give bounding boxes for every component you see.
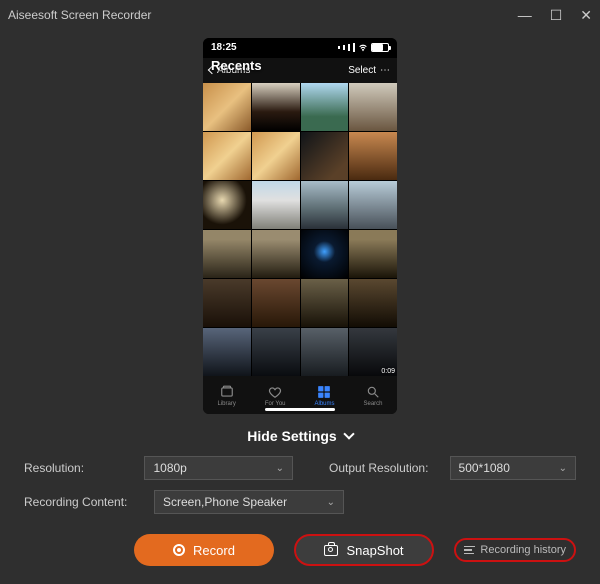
more-icon[interactable]: ⋯ xyxy=(380,65,391,76)
photo-thumb[interactable] xyxy=(349,279,397,327)
recording-history-button[interactable]: Recording history xyxy=(454,538,576,562)
window-title: Aiseesoft Screen Recorder xyxy=(8,8,151,22)
photo-thumb[interactable] xyxy=(203,181,251,229)
record-button[interactable]: Record xyxy=(134,534,274,566)
photo-grid[interactable]: 0:09 xyxy=(203,83,397,376)
photo-thumb[interactable] xyxy=(252,279,300,327)
hide-settings-label: Hide Settings xyxy=(247,428,336,444)
photo-thumb[interactable] xyxy=(252,181,300,229)
recording-history-label: Recording history xyxy=(480,544,566,556)
close-button[interactable]: ✕ xyxy=(580,7,592,24)
photo-thumb[interactable] xyxy=(349,132,397,180)
video-duration: 0:09 xyxy=(381,368,395,375)
phone-status-icons xyxy=(338,43,389,53)
photo-thumb[interactable] xyxy=(203,328,251,376)
search-icon xyxy=(365,385,381,399)
library-icon xyxy=(219,385,235,399)
record-icon xyxy=(173,544,185,556)
resolution-select[interactable]: 1080p ⌄ xyxy=(144,456,293,480)
tab-foryou[interactable]: For You xyxy=(265,385,286,407)
minimize-button[interactable]: — xyxy=(518,7,532,24)
phone-preview-area: 18:25 Albums Select ⋯ Recents xyxy=(0,30,600,420)
photo-thumb[interactable] xyxy=(301,132,349,180)
chevron-down-icon: ⌄ xyxy=(327,497,335,508)
photo-thumb[interactable] xyxy=(301,328,349,376)
photo-thumb[interactable] xyxy=(349,181,397,229)
phone-statusbar: 18:25 xyxy=(203,38,397,58)
photo-thumb[interactable] xyxy=(301,181,349,229)
photo-thumb[interactable] xyxy=(349,230,397,278)
action-bar: Record SnapShot Recording history xyxy=(0,524,600,584)
albums-icon xyxy=(316,385,332,399)
output-resolution-select[interactable]: 500*1080 ⌄ xyxy=(450,456,576,480)
record-label: Record xyxy=(193,543,235,558)
video-thumb[interactable]: 0:09 xyxy=(349,328,397,376)
resolution-value: 1080p xyxy=(153,461,186,475)
photo-thumb[interactable] xyxy=(301,83,349,131)
photo-thumb[interactable] xyxy=(203,132,251,180)
photo-thumb[interactable] xyxy=(203,279,251,327)
recording-content-select[interactable]: Screen,Phone Speaker ⌄ xyxy=(154,490,344,514)
chevron-down-icon xyxy=(343,428,354,439)
list-icon xyxy=(464,546,475,555)
photo-thumb[interactable] xyxy=(252,328,300,376)
photo-thumb[interactable] xyxy=(252,132,300,180)
home-indicator xyxy=(265,408,335,411)
photo-thumb[interactable] xyxy=(301,279,349,327)
photo-thumb[interactable] xyxy=(252,83,300,131)
tab-label: Search xyxy=(363,401,382,407)
tab-library[interactable]: Library xyxy=(217,385,235,407)
tab-label: For You xyxy=(265,401,286,407)
camera-icon xyxy=(324,545,338,556)
titlebar: Aiseesoft Screen Recorder — ☐ ✕ xyxy=(0,0,600,30)
snapshot-label: SnapShot xyxy=(346,543,403,558)
settings-panel: Resolution: 1080p ⌄ Output Resolution: 5… xyxy=(0,456,600,514)
phone-time: 18:25 xyxy=(211,42,237,53)
tab-albums[interactable]: Albums xyxy=(314,385,334,407)
photo-thumb[interactable] xyxy=(203,83,251,131)
tab-search[interactable]: Search xyxy=(363,385,382,407)
recording-content-label: Recording Content: xyxy=(24,495,142,509)
photo-thumb[interactable] xyxy=(301,230,349,278)
tab-label: Library xyxy=(217,401,235,407)
phone-select-button[interactable]: Select xyxy=(348,65,376,76)
photo-thumb[interactable] xyxy=(349,83,397,131)
snapshot-button[interactable]: SnapShot xyxy=(294,534,434,566)
chevron-down-icon: ⌄ xyxy=(276,463,284,474)
wifi-icon xyxy=(358,43,368,53)
chevron-down-icon: ⌄ xyxy=(559,463,567,474)
output-resolution-value: 500*1080 xyxy=(459,461,510,475)
phone-screen: 18:25 Albums Select ⋯ Recents xyxy=(203,38,397,414)
battery-icon xyxy=(371,43,389,52)
recording-content-value: Screen,Phone Speaker xyxy=(163,495,287,509)
foryou-icon xyxy=(267,385,283,399)
photo-thumb[interactable] xyxy=(203,230,251,278)
window-controls: — ☐ ✕ xyxy=(518,7,592,24)
output-resolution-label: Output Resolution: xyxy=(329,461,437,475)
tab-label: Albums xyxy=(314,401,334,407)
photo-thumb[interactable] xyxy=(252,230,300,278)
phone-album-title: Recents xyxy=(211,58,262,73)
resolution-label: Resolution: xyxy=(24,461,132,475)
hide-settings-toggle[interactable]: Hide Settings xyxy=(0,420,600,456)
maximize-button[interactable]: ☐ xyxy=(550,7,563,24)
